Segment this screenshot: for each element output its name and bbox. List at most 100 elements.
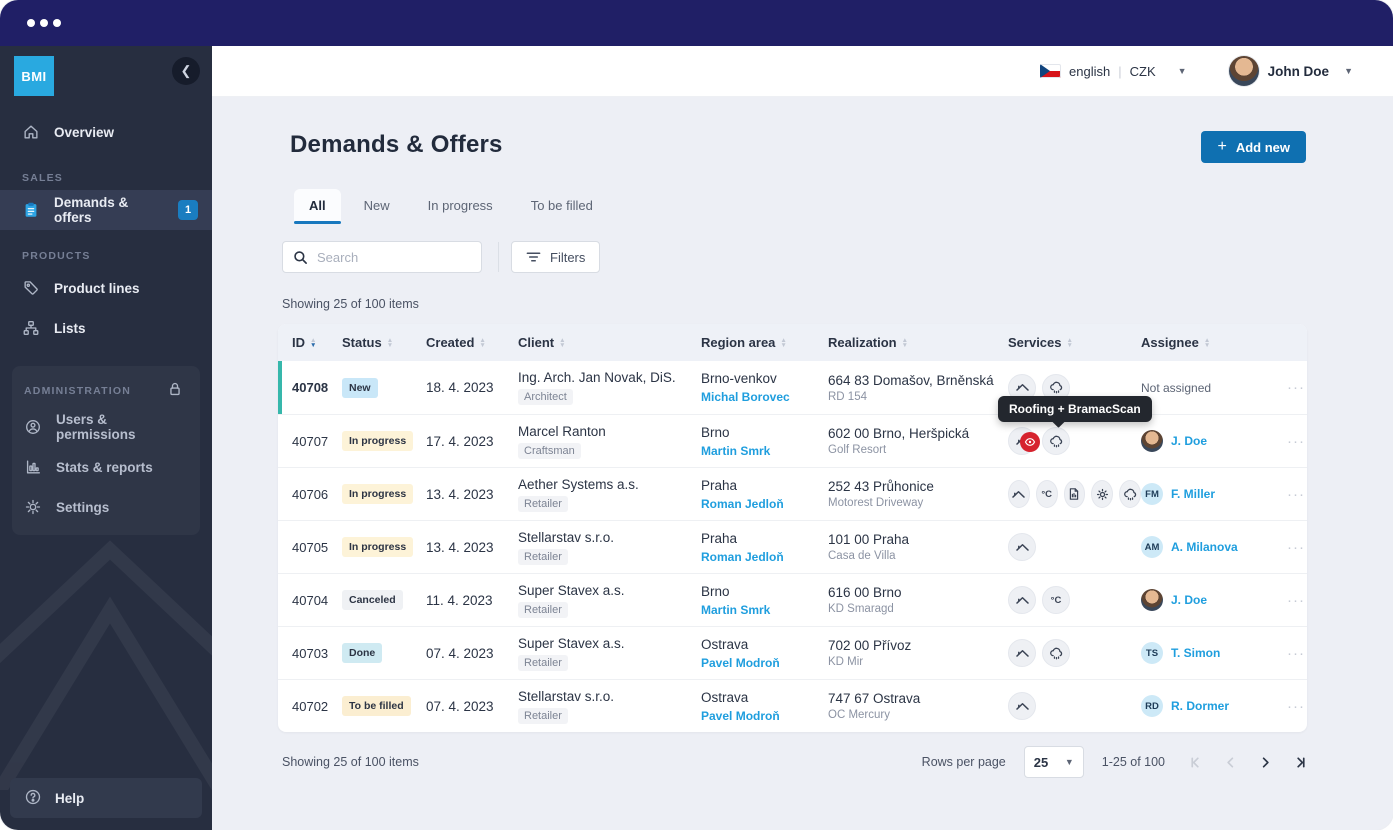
column-header-realization[interactable]: Realization ▲ ▼ xyxy=(828,335,1008,350)
region-contact-link[interactable]: Michal Borovec xyxy=(701,390,828,404)
assignee-name-link[interactable]: R. Dormer xyxy=(1171,699,1229,713)
sidebar-item-overview[interactable]: Overview xyxy=(0,112,212,152)
sidebar-item-settings[interactable]: Settings xyxy=(12,487,200,527)
region-contact-link[interactable]: Roman Jedloň xyxy=(701,497,828,511)
row-actions-menu[interactable]: ··· xyxy=(1287,379,1305,396)
chevron-down-icon: ▼ xyxy=(1177,66,1187,76)
cell-realization: 602 00 Brno, Heršpická Golf Resort xyxy=(828,426,1008,456)
next-page-button[interactable] xyxy=(1259,756,1272,769)
cell-region: Brno-venkov Michal Borovec xyxy=(701,371,828,404)
service-roof-icon[interactable] xyxy=(1008,692,1036,720)
region-contact-link[interactable]: Pavel Modroň xyxy=(701,709,828,723)
column-header-id[interactable]: ID ▲ ▼ xyxy=(292,335,342,350)
add-new-button[interactable]: + Add new xyxy=(1201,131,1306,163)
column-header-assignee[interactable]: Assignee ▲ ▼ xyxy=(1141,335,1287,350)
service-roof-icon[interactable] xyxy=(1008,639,1036,667)
table-row[interactable]: 40703 Done 07. 4. 2023 Super Stavex a.s. Ret… xyxy=(278,626,1307,679)
sidebar-item-lists[interactable]: Lists xyxy=(0,308,212,348)
window-controls[interactable] xyxy=(27,19,61,27)
search-input[interactable] xyxy=(317,249,471,265)
client-type-badge: Craftsman xyxy=(518,442,581,459)
cell-created: 18. 4. 2023 xyxy=(426,380,494,395)
previous-page-button[interactable] xyxy=(1224,756,1237,769)
language-currency-switcher[interactable]: english | CZK ▼ xyxy=(1040,64,1187,79)
row-actions-menu[interactable]: ··· xyxy=(1287,645,1305,662)
service-temp-icon[interactable]: °C xyxy=(1035,480,1058,508)
sidebar-item-product-lines[interactable]: Product lines xyxy=(0,268,212,308)
column-label: Client xyxy=(518,335,555,350)
sidebar-group: SALES Demands & offers 1 xyxy=(0,172,212,230)
sidebar-item-label: Demands & offers xyxy=(54,195,129,225)
service-roof-icon[interactable] xyxy=(1008,533,1036,561)
status-badge: Canceled xyxy=(342,590,403,610)
service-doc-icon[interactable] xyxy=(1063,480,1086,508)
row-actions-menu[interactable]: ··· xyxy=(1287,592,1305,609)
user-name: John Doe xyxy=(1267,63,1330,79)
tab-to-be-filled[interactable]: To be filled xyxy=(516,189,608,223)
service-roof-icon[interactable] xyxy=(1008,480,1030,508)
rows-per-page-select[interactable]: 25 ▼ xyxy=(1023,746,1084,778)
row-actions-menu[interactable]: ··· xyxy=(1287,486,1305,503)
service-roof-scan-icon[interactable] xyxy=(1008,427,1040,455)
region-name: Brno-venkov xyxy=(701,371,777,386)
cell-created: 11. 4. 2023 xyxy=(426,592,493,608)
service-cloud-icon[interactable] xyxy=(1042,427,1070,455)
column-header-client[interactable]: Client ▲ ▼ xyxy=(518,335,701,350)
region-contact-link[interactable]: Roman Jedloň xyxy=(701,550,828,564)
service-temp-icon[interactable]: °C xyxy=(1042,586,1070,614)
sidebar-item-stats-reports[interactable]: Stats & reports xyxy=(12,447,200,487)
user-menu[interactable]: John Doe ▼ xyxy=(1228,56,1353,86)
sidebar-collapse-button[interactable]: ❮ xyxy=(172,57,200,85)
service-cloud-icon[interactable] xyxy=(1042,639,1070,667)
tab-new[interactable]: New xyxy=(349,189,405,223)
sidebar-item-demands-offers[interactable]: Demands & offers 1 xyxy=(0,190,212,230)
first-page-button[interactable] xyxy=(1189,756,1202,769)
region-contact-link[interactable]: Pavel Modroň xyxy=(701,656,828,670)
cell-assignee: FM F. Miller xyxy=(1141,483,1287,505)
row-actions-menu[interactable]: ··· xyxy=(1287,698,1305,715)
table-row[interactable]: 40706 In progress 13. 4. 2023 Aether System… xyxy=(278,467,1307,520)
table-body: 40708 New 18. 4. 2023 Ing. Arch. Jan Novak,… xyxy=(278,361,1307,732)
assignee-name-link[interactable]: J. Doe xyxy=(1171,593,1207,607)
assignee-initials: AM xyxy=(1141,536,1163,558)
client-type-badge: Retailer xyxy=(518,548,568,565)
region-contact-link[interactable]: Martin Smrk xyxy=(701,603,828,617)
status-badge: New xyxy=(342,377,378,398)
sidebar-item-users-permissions[interactable]: Users & permissions xyxy=(12,407,200,447)
table-row[interactable]: 40702 To be filled 07. 4. 2023 Stellarstav … xyxy=(278,679,1307,732)
column-header-region-area[interactable]: Region area ▲ ▼ xyxy=(701,335,828,350)
row-actions-menu[interactable]: ··· xyxy=(1287,433,1305,450)
cell-realization: 101 00 Praha Casa de Villa xyxy=(828,532,1008,562)
column-label: Status xyxy=(342,335,382,350)
last-page-button[interactable] xyxy=(1294,756,1307,769)
service-sun-icon[interactable] xyxy=(1091,480,1114,508)
row-actions-menu[interactable]: ··· xyxy=(1287,539,1305,556)
czech-flag-icon xyxy=(1040,64,1062,78)
table-row[interactable]: 40708 New 18. 4. 2023 Ing. Arch. Jan Novak,… xyxy=(278,361,1307,414)
tab-in-progress[interactable]: In progress xyxy=(413,189,508,223)
table-row[interactable]: 40705 In progress 13. 4. 2023 Stellarstav s… xyxy=(278,520,1307,573)
assignee-name-link[interactable]: T. Simon xyxy=(1171,646,1220,660)
pagination-range: 1-25 of 100 xyxy=(1101,755,1165,769)
column-label: Created xyxy=(426,335,475,350)
service-cloud-icon[interactable] xyxy=(1119,480,1141,508)
table-row[interactable]: 40704 Canceled 11. 4. 2023 Super Stavex a.s… xyxy=(278,573,1307,626)
region-contact-link[interactable]: Martin Smrk xyxy=(701,444,828,458)
tab-all[interactable]: All xyxy=(294,189,341,224)
main-content: Demands & Offers + Add new All New In prog… xyxy=(212,97,1393,830)
cell-created: 17. 4. 2023 xyxy=(426,433,494,449)
realization-address: 664 83 Domašov, Brněnská xyxy=(828,372,994,388)
cell-services xyxy=(1008,533,1141,561)
column-header-services[interactable]: Services ▲ ▼ xyxy=(1008,335,1141,350)
table-row[interactable]: 40707 In progress 17. 4. 2023 Marcel Ranton… xyxy=(278,396,1307,467)
filters-button[interactable]: Filters xyxy=(511,241,601,273)
results-count-footer: Showing 25 of 100 items xyxy=(282,755,419,769)
column-header-status[interactable]: Status ▲ ▼ xyxy=(342,335,426,350)
column-header-created[interactable]: Created ▲ ▼ xyxy=(426,335,518,350)
service-roof-icon[interactable] xyxy=(1008,586,1036,614)
assignee-name-link[interactable]: A. Milanova xyxy=(1171,540,1238,554)
realization-address: 602 00 Brno, Heršpická xyxy=(828,426,970,441)
assignee-name-link[interactable]: F. Miller xyxy=(1171,487,1215,501)
assignee-name-link[interactable]: J. Doe xyxy=(1171,434,1207,448)
sidebar-item-help[interactable]: Help xyxy=(10,778,202,818)
